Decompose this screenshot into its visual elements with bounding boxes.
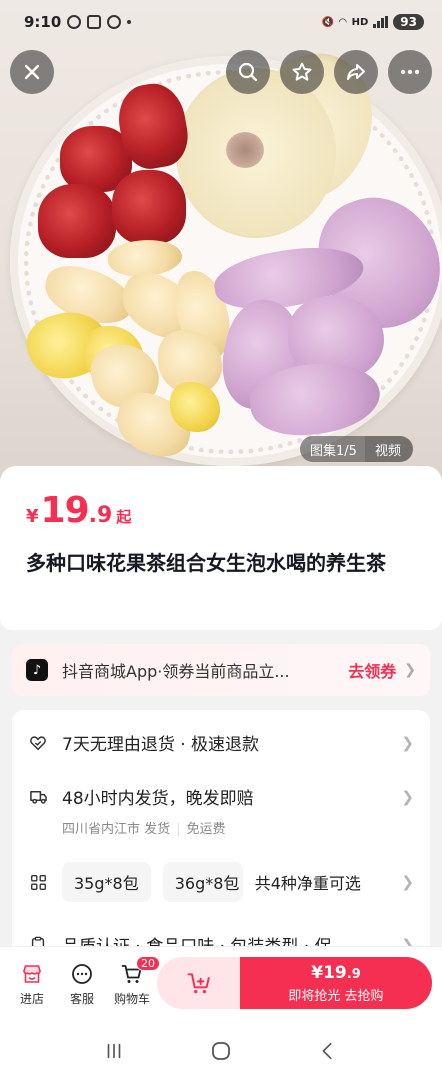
status-bar: 9:10 🔇 ◠ HD 93 — [0, 0, 442, 44]
product-image-gallery[interactable]: 图集1/5 视频 — [0, 0, 442, 480]
grid-icon — [28, 872, 48, 892]
wechat-icon — [107, 15, 122, 29]
favorite-button[interactable] — [280, 50, 324, 94]
more-notifications-icon — [127, 20, 132, 24]
recent-apps-icon — [107, 1043, 120, 1059]
chevron-right-icon: ❯ — [401, 787, 414, 806]
home-button[interactable] — [206, 1036, 236, 1066]
returns-policy: 7天无理由退货 · 极速退款 — [62, 735, 260, 755]
chevron-right-icon: ❯ — [404, 662, 416, 678]
system-navigation-bar — [0, 1022, 442, 1080]
buy-price: ¥19.9 — [311, 962, 361, 983]
spec-option[interactable]: 36g*8包 — [162, 862, 243, 902]
returns-row[interactable]: 7天无理由退货 · 极速退款 ❯ — [28, 730, 414, 755]
search-button[interactable] — [226, 50, 270, 94]
recent-apps-button[interactable] — [99, 1036, 129, 1066]
apple-core — [226, 132, 264, 168]
price-currency: ¥ — [26, 506, 39, 527]
service-label: 客服 — [69, 992, 94, 1006]
shipping-promise: 48小时内发货，晚发即赔 — [62, 789, 254, 809]
signal-icon — [373, 16, 389, 28]
gallery-counter[interactable]: 图集1/5 — [300, 436, 365, 462]
store-label: 进店 — [19, 992, 44, 1006]
service-card: 7天无理由退货 · 极速退款 ❯ 48小时内发货，晚发即赔 ❯ 四川省内江市 发… — [12, 710, 430, 970]
video-tab[interactable]: 视频 — [365, 440, 413, 459]
add-to-cart-icon — [187, 973, 210, 994]
price-integer: 19 — [40, 490, 90, 531]
dried-strawberry — [112, 170, 186, 244]
more-icon — [400, 69, 420, 75]
product-info-card: ¥ 19 .9 起 多种口味花果茶组合女生泡水喝的养生茶 — [0, 466, 442, 630]
more-button[interactable] — [388, 50, 432, 94]
spec-option[interactable]: 35g*8包 — [62, 862, 151, 902]
share-button[interactable] — [334, 50, 378, 94]
battery-indicator: 93 — [393, 14, 424, 30]
home-icon — [212, 1042, 230, 1060]
customer-service-button[interactable]: 客服 — [60, 962, 104, 1007]
close-icon — [24, 64, 40, 80]
cart-label: 购物车 — [113, 992, 150, 1006]
coupon-text: 抖音商城App·领券当前商品立... — [62, 662, 290, 681]
ship-from: 四川省内江市 发货 — [62, 822, 171, 837]
app-notification-icon — [87, 15, 102, 29]
truck-icon — [28, 787, 48, 807]
shipping-row[interactable]: 48小时内发货，晚发即赔 ❯ — [28, 784, 414, 809]
chat-icon — [72, 964, 92, 984]
shipping-details: 四川省内江市 发货 | 免运费 — [62, 822, 226, 837]
price-decimal: .9 — [88, 503, 113, 528]
spec-row[interactable]: 35g*8包 36g*8包 共4种净重可选 ❯ — [28, 862, 414, 902]
back-icon — [322, 1042, 332, 1060]
network-type: HD — [351, 16, 369, 28]
chevron-right-icon: ❯ — [401, 733, 414, 752]
price-suffix: 起 — [116, 508, 132, 526]
shipping-fee: 免运费 — [186, 822, 226, 837]
add-to-cart-button[interactable] — [157, 957, 241, 1009]
get-coupon-button[interactable]: 去领券 — [348, 658, 396, 682]
dried-strawberry — [38, 184, 116, 258]
notification-icon — [67, 15, 82, 29]
share-icon — [347, 64, 365, 80]
mute-icon: 🔇 — [321, 16, 334, 28]
star-icon — [292, 62, 312, 81]
chevron-right-icon: ❯ — [401, 873, 414, 891]
back-button[interactable] — [313, 1036, 343, 1066]
product-price: ¥ 19 .9 起 — [26, 490, 416, 531]
gallery-switcher: 图集1/5 视频 — [300, 436, 413, 462]
store-button[interactable]: 进店 — [10, 962, 54, 1007]
close-button[interactable] — [10, 50, 54, 94]
buy-now-button[interactable]: ¥19.9 即将抢光 去抢购 — [240, 957, 432, 1009]
wifi-icon: ◠ — [338, 16, 347, 28]
douyin-logo-icon: ♪ — [26, 659, 48, 681]
status-time: 9:10 — [24, 13, 62, 31]
purchase-bar: 进店 客服 20 购物车 ¥19.9 即将抢光 去抢购 — [0, 946, 442, 1022]
heart-shield-icon — [28, 733, 48, 753]
coupon-banner[interactable]: ♪ 抖音商城App·领券当前商品立... 去领券 ❯ — [12, 644, 430, 696]
cart-count-badge: 20 — [136, 956, 160, 971]
product-title: 多种口味花果茶组合女生泡水喝的养生茶 — [26, 551, 386, 575]
store-icon — [23, 965, 41, 983]
buy-text: 即将抢光 去抢购 — [288, 988, 384, 1004]
cart-button[interactable]: 20 购物车 — [110, 956, 160, 1007]
spec-total: 共4种净重可选 — [254, 874, 361, 893]
search-icon — [238, 62, 258, 82]
